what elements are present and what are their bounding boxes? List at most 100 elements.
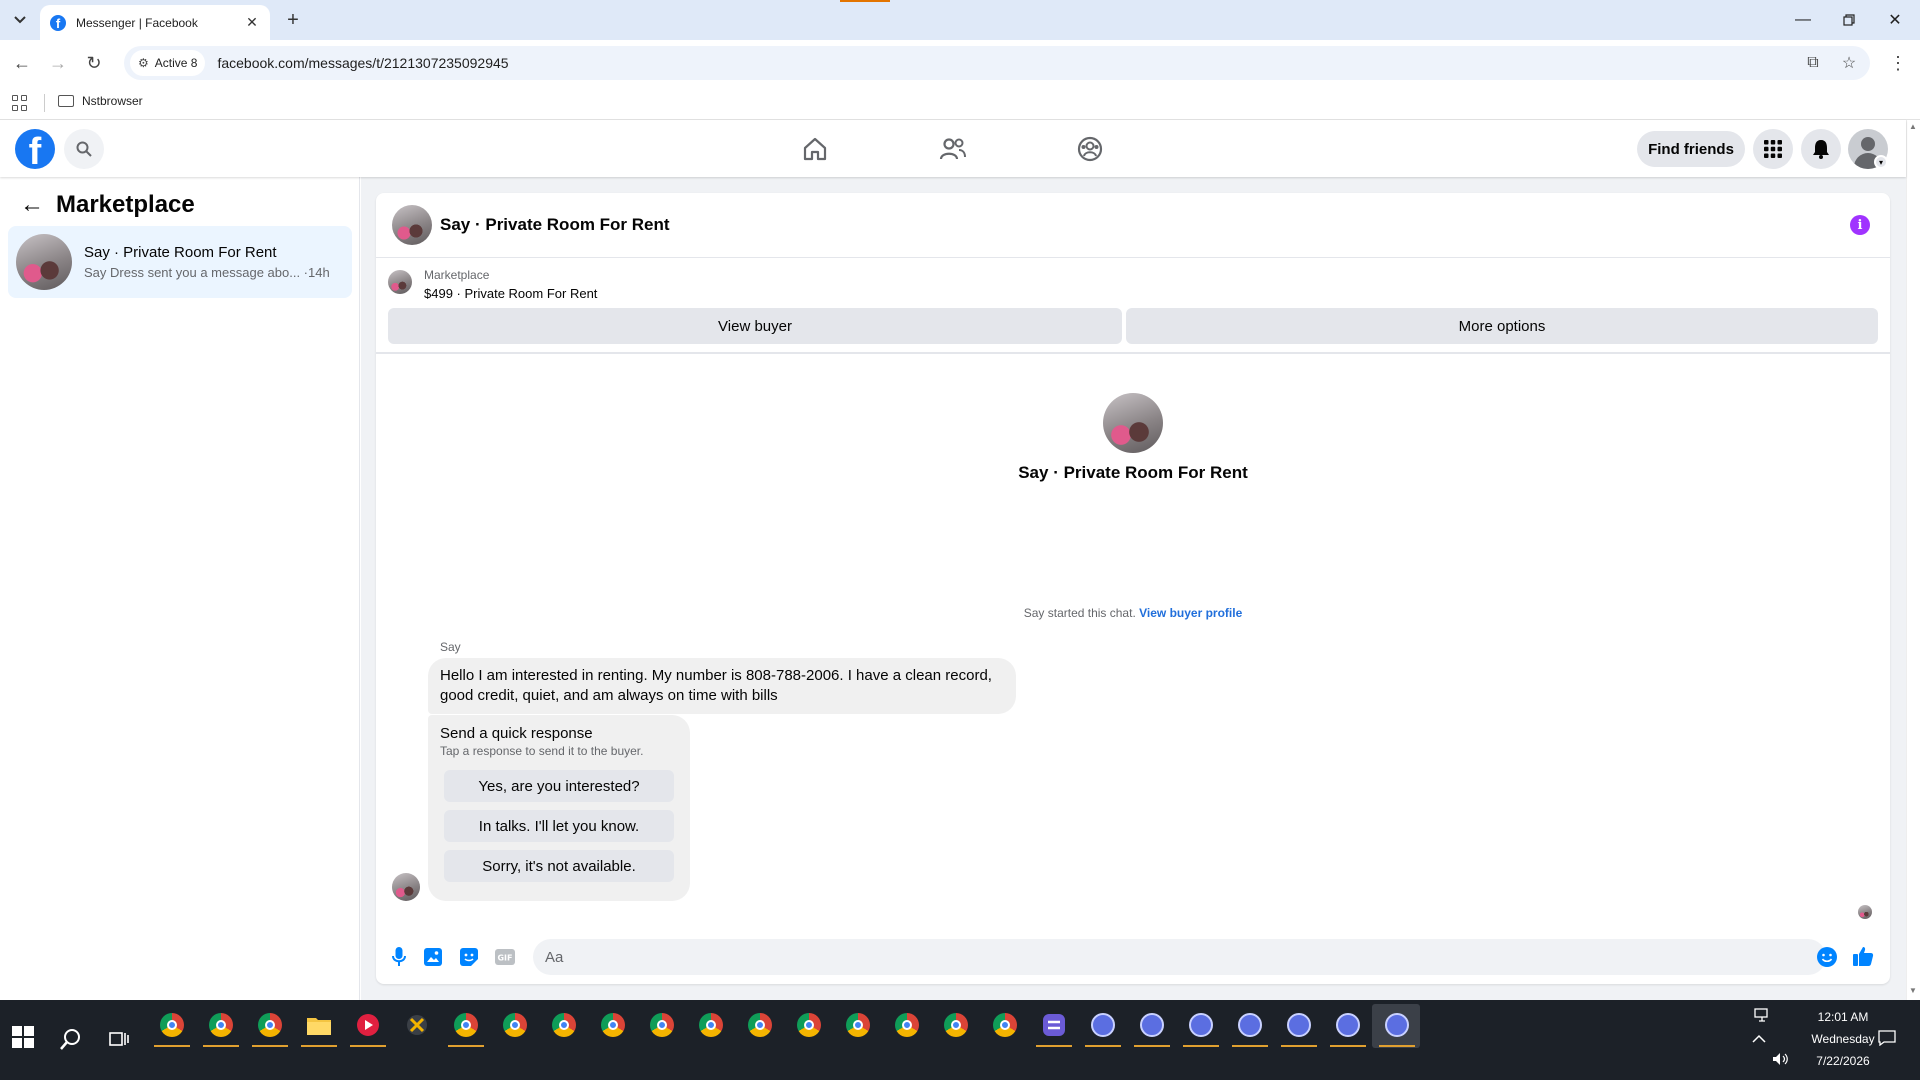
view-buyer-button[interactable]: View buyer bbox=[388, 308, 1122, 344]
windows-start-icon[interactable] bbox=[12, 1026, 34, 1048]
listing-title[interactable]: $499 · Private Room For Rent bbox=[424, 286, 597, 301]
sticker-icon[interactable] bbox=[456, 944, 482, 970]
taskbar-nstbrowser-2-icon[interactable] bbox=[1135, 1008, 1169, 1042]
clock-date[interactable]: 7/22/2026 bbox=[1798, 1054, 1888, 1068]
chat-header: Say · Private Room For Rent i bbox=[376, 193, 1890, 258]
taskbar-chrome-profile-15-icon[interactable] bbox=[988, 1008, 1022, 1042]
bookmark-folder-label: Nstbrowser bbox=[82, 94, 143, 108]
taskbar-nstbrowser-4-icon[interactable] bbox=[1233, 1008, 1267, 1042]
address-bar[interactable]: ⚙ Active 8 facebook.com/messages/t/21213… bbox=[124, 46, 1870, 80]
back-icon[interactable]: ← bbox=[10, 51, 34, 75]
new-tab-icon[interactable]: + bbox=[282, 9, 304, 31]
network-icon[interactable] bbox=[1754, 1008, 1772, 1025]
taskbar-chrome-profile-3-icon[interactable] bbox=[253, 1008, 287, 1042]
bookmark-star-icon[interactable]: ☆ bbox=[1838, 52, 1860, 74]
taskbar-nstbrowser-1-icon[interactable] bbox=[1086, 1008, 1120, 1042]
reload-icon[interactable]: ↻ bbox=[82, 51, 106, 75]
forward-icon[interactable]: → bbox=[46, 51, 70, 75]
taskbar-app-red-icon[interactable] bbox=[351, 1008, 385, 1042]
browser-tab-messenger[interactable]: f Messenger | Facebook ✕ bbox=[40, 5, 270, 40]
sender-name: Say bbox=[440, 640, 461, 654]
tab-search-chevron-icon[interactable] bbox=[8, 8, 32, 32]
taskbar-search-icon[interactable] bbox=[54, 1022, 88, 1056]
quick-response-yes-button[interactable]: Yes, are you interested? bbox=[444, 770, 674, 802]
conversation-name: Say · Private Room For Rent bbox=[84, 244, 277, 261]
notifications-bell-icon[interactable] bbox=[1801, 129, 1841, 169]
conversation-info-icon[interactable]: i bbox=[1850, 215, 1870, 235]
browser-tabstrip: f Messenger | Facebook ✕ + — ✕ bbox=[0, 0, 1920, 40]
clock-time[interactable]: 12:01 AM bbox=[1808, 1010, 1878, 1024]
taskbar-chrome-profile-13-icon[interactable] bbox=[890, 1008, 924, 1042]
taskbar-nstbrowser-6-icon[interactable] bbox=[1331, 1008, 1365, 1042]
svg-text:GIF: GIF bbox=[497, 954, 512, 963]
search-icon[interactable] bbox=[64, 129, 104, 169]
taskbar-chrome-profile-2-icon[interactable] bbox=[204, 1008, 238, 1042]
gif-icon[interactable]: GIF bbox=[492, 944, 518, 970]
taskbar-chrome-profile-14-icon[interactable] bbox=[939, 1008, 973, 1042]
taskbar-chrome-profile-12-icon[interactable] bbox=[841, 1008, 875, 1042]
folder-icon bbox=[58, 95, 74, 107]
groups-icon[interactable] bbox=[1075, 134, 1105, 164]
conversation-avatar bbox=[16, 234, 72, 290]
quick-response-not-available-button[interactable]: Sorry, it's not available. bbox=[444, 850, 674, 882]
incoming-message-bubble: Hello I am interested in renting. My num… bbox=[428, 658, 1016, 714]
close-window-icon[interactable]: ✕ bbox=[1872, 0, 1918, 40]
clock-day[interactable]: Wednesday bbox=[1798, 1032, 1888, 1046]
view-buyer-profile-link[interactable]: View buyer profile bbox=[1139, 606, 1242, 620]
close-tab-icon[interactable]: ✕ bbox=[244, 14, 260, 31]
file-explorer-icon[interactable] bbox=[302, 1008, 336, 1042]
chat-header-avatar[interactable] bbox=[392, 205, 432, 245]
more-options-button[interactable]: More options bbox=[1126, 308, 1878, 344]
chat-intro: Say · Private Room For Rent bbox=[376, 393, 1890, 483]
page-scrollbar[interactable]: ▲ ▼ bbox=[1906, 120, 1920, 1000]
conversation-list-item[interactable]: Say · Private Room For Rent Say Dress se… bbox=[8, 226, 352, 298]
taskbar-chrome-profile-1-icon[interactable] bbox=[155, 1008, 189, 1042]
volume-icon[interactable] bbox=[1772, 1052, 1790, 1069]
sender-avatar[interactable] bbox=[392, 873, 420, 901]
minimize-window-icon[interactable]: — bbox=[1780, 0, 1826, 40]
taskbar-chrome-profile-4-icon[interactable] bbox=[449, 1008, 483, 1042]
back-arrow-icon[interactable]: ← bbox=[18, 191, 46, 219]
taskbar-chrome-profile-11-icon[interactable] bbox=[792, 1008, 826, 1042]
show-hidden-icons-chevron-icon[interactable] bbox=[1752, 1033, 1766, 1047]
menu-grid-icon[interactable] bbox=[1753, 129, 1793, 169]
browser-menu-icon[interactable]: ⋮ bbox=[1888, 52, 1908, 74]
taskbar-app-purple-icon[interactable] bbox=[1037, 1008, 1071, 1042]
like-thumbs-up-icon[interactable] bbox=[1850, 943, 1876, 969]
message-input[interactable] bbox=[533, 939, 1826, 975]
taskbar-nstbrowser-active-icon[interactable] bbox=[1380, 1008, 1414, 1042]
chat-started-note: Say started this chat. View buyer profil… bbox=[376, 606, 1890, 620]
taskbar-chrome-profile-10-icon[interactable] bbox=[743, 1008, 777, 1042]
site-info-chip[interactable]: ⚙ Active 8 bbox=[130, 50, 206, 76]
bookmark-folder-nstbrowser[interactable]: Nstbrowser bbox=[58, 94, 143, 108]
notification-center-icon[interactable] bbox=[1878, 1030, 1896, 1049]
quick-response-in-talks-button[interactable]: In talks. I'll let you know. bbox=[444, 810, 674, 842]
apps-grid-icon[interactable] bbox=[12, 95, 28, 111]
taskbar-chrome-profile-9-icon[interactable] bbox=[694, 1008, 728, 1042]
taskbar-nstbrowser-5-icon[interactable] bbox=[1282, 1008, 1316, 1042]
intro-name: Say · Private Room For Rent bbox=[1018, 463, 1248, 482]
taskbar-nstbrowser-3-icon[interactable] bbox=[1184, 1008, 1218, 1042]
facebook-logo-icon[interactable]: f bbox=[15, 129, 55, 169]
intro-avatar bbox=[1103, 393, 1163, 453]
restore-window-icon[interactable] bbox=[1826, 0, 1872, 40]
account-chevron-down-icon[interactable]: ▾ bbox=[1874, 155, 1888, 169]
emoji-icon[interactable] bbox=[1814, 944, 1840, 970]
chat-title[interactable]: Say · Private Room For Rent bbox=[440, 215, 670, 235]
install-app-icon[interactable]: ⧉ bbox=[1802, 52, 1824, 74]
listing-thumbnail bbox=[388, 270, 412, 294]
taskbar-chrome-profile-7-icon[interactable] bbox=[596, 1008, 630, 1042]
home-icon[interactable] bbox=[800, 134, 830, 164]
friends-icon[interactable] bbox=[938, 134, 968, 164]
taskbar-app-x-icon[interactable] bbox=[400, 1008, 434, 1042]
find-friends-button[interactable]: Find friends bbox=[1637, 131, 1745, 167]
task-view-icon[interactable] bbox=[102, 1022, 136, 1056]
taskbar-chrome-profile-5-icon[interactable] bbox=[498, 1008, 532, 1042]
quick-response-card: Send a quick response Tap a response to … bbox=[428, 715, 690, 901]
url-text[interactable]: facebook.com/messages/t/2121307235092945 bbox=[217, 55, 508, 71]
seen-receipt-avatar bbox=[1858, 905, 1872, 919]
taskbar-chrome-profile-6-icon[interactable] bbox=[547, 1008, 581, 1042]
photo-attach-icon[interactable] bbox=[420, 944, 446, 970]
taskbar-chrome-profile-8-icon[interactable] bbox=[645, 1008, 679, 1042]
voice-clip-icon[interactable] bbox=[386, 944, 412, 970]
